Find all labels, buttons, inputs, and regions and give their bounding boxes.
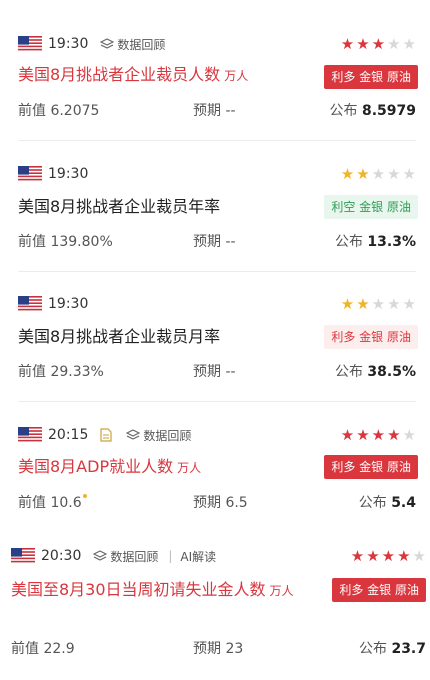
published-value: 公布 23.7 — [359, 641, 426, 657]
star-icon: ★ — [402, 295, 416, 313]
star-icon: ★ — [397, 547, 411, 565]
us-flag-icon — [11, 548, 35, 564]
layers-icon — [100, 38, 115, 49]
event-card[interactable]: 19:30 ★ ★ ★ ★ ★ 美国8月挑战者企业裁员年率 利空 金银 原油 前值 13… — [0, 140, 430, 272]
event-title-text: 美国8月挑战者企业裁员月率 — [18, 327, 221, 346]
star-icon: ★ — [402, 35, 416, 53]
event-title[interactable]: 美国至8月30日当周初请失业金人数 万人 — [11, 579, 311, 602]
importance-stars: ★ ★ ★ ★ ★ — [341, 428, 416, 443]
expected-value: 预期 6.5 — [193, 495, 248, 511]
event-title-text: 美国8月ADP就业人数 — [18, 457, 174, 476]
previous-value: 前值 22.9 — [11, 641, 75, 657]
star-icon: ★ — [412, 547, 426, 565]
event-time: 20:30 — [41, 548, 82, 564]
star-icon: ★ — [340, 295, 355, 313]
star-icon: ★ — [371, 165, 386, 183]
previous-value: 前值 10.6 — [18, 492, 87, 512]
separator: | — [168, 549, 173, 563]
star-icon: ★ — [387, 426, 401, 444]
impact-badge: 利多 金银 原油 — [324, 325, 418, 349]
event-time: 19:30 — [48, 296, 89, 312]
event-unit: 万人 — [269, 584, 294, 598]
importance-stars: ★ ★ ★ ★ ★ — [341, 167, 416, 182]
previous-value: 前值 6.2075 — [18, 103, 100, 119]
expected-value: 预期 23 — [193, 641, 244, 657]
impact-badge: 利空 金银 原油 — [324, 195, 418, 219]
star-icon: ★ — [387, 295, 401, 313]
impact-badge: 利多 金银 原油 — [324, 65, 418, 89]
event-title-text: 美国8月挑战者企业裁员人数 — [18, 65, 221, 84]
us-flag-icon — [18, 427, 42, 443]
star-icon: ★ — [381, 547, 396, 565]
layers-icon — [93, 550, 108, 561]
event-values: 前值 10.6 预期 6.5 公布 5.4 — [0, 492, 430, 512]
data-replay-link[interactable]: 数据回顾 — [100, 36, 165, 53]
event-card[interactable]: 20:30 数据回顾 | AI解读 ★ ★ ★ ★ ★ 美国至8月30日当周初请失业金人… — [0, 531, 430, 680]
us-flag-icon — [18, 166, 42, 182]
event-title[interactable]: 美国8月挑战者企业裁员人数 万人 — [18, 64, 248, 87]
previous-value: 前值 139.80% — [18, 234, 113, 250]
star-icon: ★ — [356, 426, 370, 444]
importance-stars: ★ ★ ★ ★ ★ — [341, 297, 416, 312]
event-title[interactable]: 美国8月挑战者企业裁员月率 — [18, 326, 220, 348]
event-unit: 万人 — [224, 69, 249, 83]
star-icon: ★ — [340, 35, 355, 53]
star-icon: ★ — [340, 426, 355, 444]
event-title-text: 美国8月挑战者企业裁员年率 — [18, 197, 221, 216]
impact-badge: 利多 金银 原油 — [324, 455, 418, 479]
previous-value: 前值 29.33% — [18, 364, 104, 380]
event-values: 前值 139.80% 预期 -- 公布 13.3% — [0, 231, 430, 251]
ai-interpret-link[interactable]: AI解读 — [180, 548, 216, 565]
event-title[interactable]: 美国8月ADP就业人数 万人 — [18, 456, 201, 479]
event-card[interactable]: 19:30 数据回顾 ★ ★ ★ ★ ★ 美国8月挑战者企业裁员人数 万人 利多 金银 原… — [0, 0, 430, 141]
published-value: 公布 13.3% — [334, 234, 416, 250]
data-replay-link[interactable]: 数据回顾 — [126, 427, 191, 444]
event-values: 前值 22.9 预期 23 公布 23.7 — [0, 638, 430, 658]
published-value: 公布 38.5% — [334, 364, 416, 380]
star-icon: ★ — [356, 165, 370, 183]
event-title-text: 美国至8月30日当周初请失业金人数 — [11, 580, 266, 599]
event-values: 前值 6.2075 预期 -- 公布 8.5979 — [0, 100, 430, 120]
event-unit: 万人 — [177, 461, 202, 475]
data-replay-label: 数据回顾 — [143, 428, 192, 443]
event-title[interactable]: 美国8月挑战者企业裁员年率 — [18, 196, 220, 218]
us-flag-icon — [18, 36, 42, 52]
star-icon: ★ — [366, 547, 380, 565]
layers-icon — [126, 429, 141, 440]
star-icon: ★ — [356, 35, 370, 53]
us-flag-icon — [18, 296, 42, 312]
revision-dot — [82, 494, 87, 498]
expected-value: 预期 -- — [193, 234, 236, 250]
published-value: 公布 5.4 — [358, 495, 416, 511]
impact-badge: 利多 金银 原油 — [332, 578, 426, 602]
event-time: 20:15 — [48, 427, 89, 443]
star-icon: ★ — [350, 547, 365, 565]
star-icon: ★ — [371, 426, 386, 444]
star-icon: ★ — [387, 35, 401, 53]
event-time: 19:30 — [48, 166, 89, 182]
star-icon: ★ — [371, 295, 386, 313]
expected-value: 预期 -- — [193, 364, 236, 380]
star-icon: ★ — [402, 165, 416, 183]
event-values: 前值 29.33% 预期 -- 公布 38.5% — [0, 361, 430, 381]
star-icon: ★ — [356, 295, 370, 313]
data-replay-label: 数据回顾 — [110, 549, 159, 564]
data-replay-label: 数据回顾 — [117, 37, 166, 52]
data-replay-link[interactable]: 数据回顾 — [93, 548, 158, 565]
event-card[interactable]: 19:30 ★ ★ ★ ★ ★ 美国8月挑战者企业裁员月率 利多 金银 原油 前值 29… — [0, 271, 430, 402]
published-value: 公布 8.5979 — [329, 103, 416, 119]
importance-stars: ★ ★ ★ ★ ★ — [351, 549, 426, 564]
event-time: 19:30 — [48, 36, 89, 52]
expected-value: 预期 -- — [193, 103, 236, 119]
event-card[interactable]: 20:15 数据回顾 ★ ★ ★ ★ ★ 美国8月ADP就业人数 万人 利多 金银 原油 … — [0, 401, 430, 531]
importance-stars: ★ ★ ★ ★ ★ — [341, 37, 416, 52]
document-icon[interactable] — [100, 428, 112, 442]
star-icon: ★ — [387, 165, 401, 183]
star-icon: ★ — [371, 35, 386, 53]
star-icon: ★ — [402, 426, 416, 444]
star-icon: ★ — [340, 165, 355, 183]
